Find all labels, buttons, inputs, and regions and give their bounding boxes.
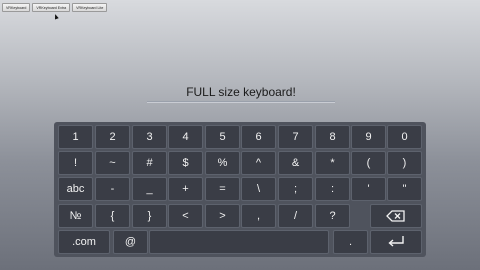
key-abc[interactable]: abc	[58, 177, 93, 201]
top-toolbar: VRKeyboard VRKeyboard Extra VRKeyboard L…	[2, 3, 108, 12]
key-double-quote[interactable]: "	[387, 177, 422, 201]
key-hash-label: #	[146, 157, 153, 169]
key-hyphen[interactable]: -	[95, 177, 130, 201]
key-9[interactable]: 9	[351, 125, 386, 149]
key-underscore[interactable]: _	[132, 177, 167, 201]
key-left-brace[interactable]: {	[95, 204, 130, 228]
key-2-label: 2	[109, 131, 116, 143]
key-dot-com-label: .com	[72, 236, 96, 248]
key-less-than-label: <	[182, 210, 189, 222]
key-period-label: .	[348, 236, 353, 248]
toolbar-button-vrkeyboard-extra[interactable]: VRKeyboard Extra	[32, 3, 71, 12]
key-7-label: 7	[292, 131, 299, 143]
space-key[interactable]	[149, 230, 329, 254]
key-slash[interactable]: /	[278, 204, 313, 228]
key-tilde-label: ~	[109, 157, 116, 169]
text-input-value[interactable]: FULL size keyboard!	[148, 85, 334, 99]
key-9-label: 9	[365, 131, 372, 143]
key-percent-label: %	[217, 157, 228, 169]
key-numero-label: №	[69, 210, 82, 222]
key-less-than[interactable]: <	[168, 204, 203, 228]
key-caret[interactable]: ^	[241, 151, 276, 175]
key-asterisk-label: *	[330, 157, 335, 169]
key-asterisk[interactable]: *	[315, 151, 350, 175]
key-backslash-label: \	[256, 183, 261, 195]
key-exclamation-label: !	[73, 157, 78, 169]
key-8-label: 8	[329, 131, 336, 143]
key-5[interactable]: 5	[205, 125, 240, 149]
key-at-label: @	[124, 236, 137, 248]
toolbar-button-vrkeyboard[interactable]: VRKeyboard	[2, 3, 31, 12]
key-abc-label: abc	[66, 183, 85, 195]
key-caret-label: ^	[255, 157, 262, 169]
key-equals-label: =	[219, 183, 226, 195]
key-left-brace-label: {	[110, 210, 115, 222]
key-underscore-label: _	[146, 183, 153, 195]
key-apostrophe[interactable]: '	[351, 177, 386, 201]
key-backslash[interactable]: \	[241, 177, 276, 201]
key-slash-label: /	[293, 210, 298, 222]
key-semicolon[interactable]: ;	[278, 177, 313, 201]
virtual-keyboard: 1 2 3 4 5 6 7 8 9 0! ~ # $% ^ & * () abc - _ + = \;: ' " № {} < >, /?…	[54, 122, 426, 257]
key-greater-than[interactable]: >	[205, 204, 240, 228]
key-right-paren-label: )	[402, 157, 407, 169]
key-1-label: 1	[72, 131, 79, 143]
key-6-label: 6	[255, 131, 262, 143]
key-plus[interactable]: +	[168, 177, 203, 201]
mouse-cursor-icon	[53, 13, 59, 20]
key-hyphen-label: -	[110, 183, 115, 195]
key-question[interactable]: ?	[315, 204, 350, 228]
key-8[interactable]: 8	[315, 125, 350, 149]
backspace-key[interactable]	[370, 204, 422, 228]
key-exclamation[interactable]: !	[58, 151, 93, 175]
key-6[interactable]: 6	[241, 125, 276, 149]
key-left-paren[interactable]: (	[351, 151, 386, 175]
key-comma[interactable]: ,	[241, 204, 276, 228]
key-plus-label: +	[182, 183, 189, 195]
key-dollar[interactable]: $	[168, 151, 203, 175]
key-right-brace-label: }	[147, 210, 152, 222]
key-colon-label: :	[330, 183, 335, 195]
key-7[interactable]: 7	[278, 125, 313, 149]
key-equals[interactable]: =	[205, 177, 240, 201]
key-4-label: 4	[182, 131, 189, 143]
key-right-brace[interactable]: }	[132, 204, 167, 228]
key-tilde[interactable]: ~	[95, 151, 130, 175]
backspace-icon	[386, 210, 405, 222]
toolbar-button-vrkeyboard-lite[interactable]: VRKeyboard Lite	[72, 3, 108, 12]
key-3-label: 3	[146, 131, 153, 143]
key-ampersand-label: &	[291, 157, 300, 169]
key-4[interactable]: 4	[168, 125, 203, 149]
key-dollar-label: $	[182, 157, 189, 169]
key-period[interactable]: .	[333, 230, 368, 254]
key-1[interactable]: 1	[58, 125, 93, 149]
key-at[interactable]: @	[113, 230, 148, 254]
key-greater-than-label: >	[219, 210, 226, 222]
key-percent[interactable]: %	[205, 151, 240, 175]
key-3[interactable]: 3	[132, 125, 167, 149]
key-left-paren-label: (	[366, 157, 371, 169]
key-ampersand[interactable]: &	[278, 151, 313, 175]
key-question-label: ?	[329, 210, 336, 222]
enter-key[interactable]	[370, 230, 422, 254]
key-hash[interactable]: #	[132, 151, 167, 175]
key-0-label: 0	[401, 131, 408, 143]
key-semicolon-label: ;	[293, 183, 298, 195]
key-numero[interactable]: №	[58, 204, 93, 228]
key-apostrophe-label: '	[367, 183, 370, 195]
key-right-paren[interactable]: )	[387, 151, 422, 175]
key-comma-label: ,	[256, 210, 261, 222]
enter-icon	[388, 236, 404, 247]
key-2[interactable]: 2	[95, 125, 130, 149]
key-double-quote-label: "	[402, 183, 407, 195]
key-0[interactable]: 0	[387, 125, 422, 149]
key-5-label: 5	[219, 131, 226, 143]
key-dot-com[interactable]: .com	[58, 230, 110, 254]
key-colon[interactable]: :	[315, 177, 350, 201]
text-input-underline	[147, 101, 335, 103]
